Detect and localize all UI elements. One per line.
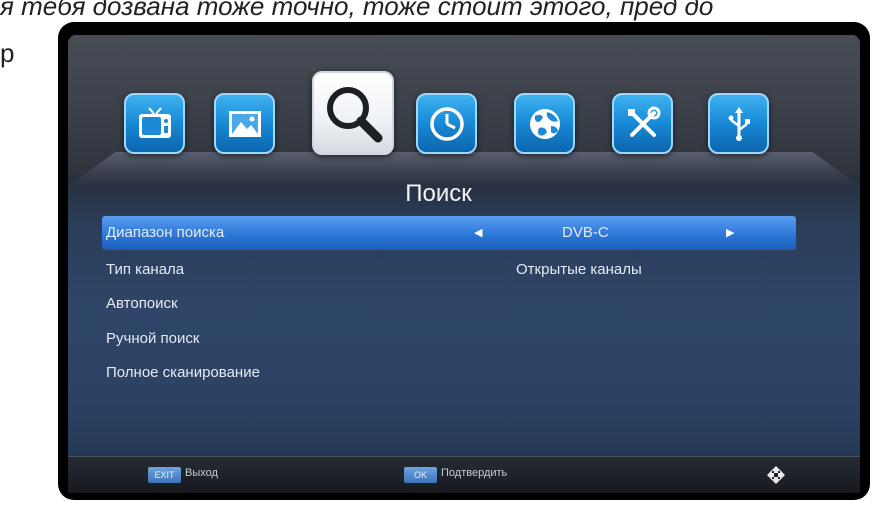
clock-icon [429,106,464,141]
usb-icon [728,106,750,141]
exit-label: Выход [185,467,218,479]
menu-item-label: Ручной поиск [106,330,200,347]
background-text-line: я тебя дозвана тоже точно, тоже стоит эт… [0,0,714,21]
confirm-label: Подтвердить [441,467,508,479]
navigation-icon [767,466,785,484]
menu-item-value: DVB-C [562,224,609,241]
tab-time[interactable] [416,93,477,154]
globe-icon [529,108,560,139]
menu-item-label: Полное сканирование [106,364,260,381]
tab-network[interactable] [514,93,575,154]
footer-bar: EXIT Выход OK Подтвердить [68,456,860,493]
menu-item-label: Тип канала [106,261,185,278]
tools-icon [627,106,660,137]
arrow-right-icon[interactable]: ▶ [726,226,734,239]
picture-icon [228,110,261,137]
arrow-left-icon[interactable]: ◀ [474,226,482,239]
menu-item-label: Автопоиск [106,295,178,312]
ok-key-badge[interactable]: OK [404,467,437,483]
category-tabs [68,35,860,185]
menu-item-auto-search[interactable]: Автопоиск [102,287,796,321]
menu-item-value: Открытые каналы [516,261,642,278]
tab-search[interactable] [312,71,394,155]
menu-item-search-range[interactable]: Диапазон поиска ◀ DVB-C ▶ [102,216,796,250]
tv-icon [138,106,171,138]
tab-tools[interactable] [612,93,673,154]
menu-item-channel-type[interactable]: Тип канала Открытые каналы [102,253,796,287]
tab-tv[interactable] [124,93,185,154]
menu-item-label: Диапазон поиска [106,224,225,241]
background-text-fragment: р [0,38,15,68]
page-title: Поиск [405,180,472,207]
tab-picture[interactable] [214,93,275,154]
exit-key-badge[interactable]: EXIT [148,467,181,483]
search-icon [327,87,383,143]
menu-item-full-scan[interactable]: Полное сканирование [102,356,796,390]
menu-item-manual-search[interactable]: Ручной поиск [102,322,796,356]
tab-usb[interactable] [708,93,769,154]
